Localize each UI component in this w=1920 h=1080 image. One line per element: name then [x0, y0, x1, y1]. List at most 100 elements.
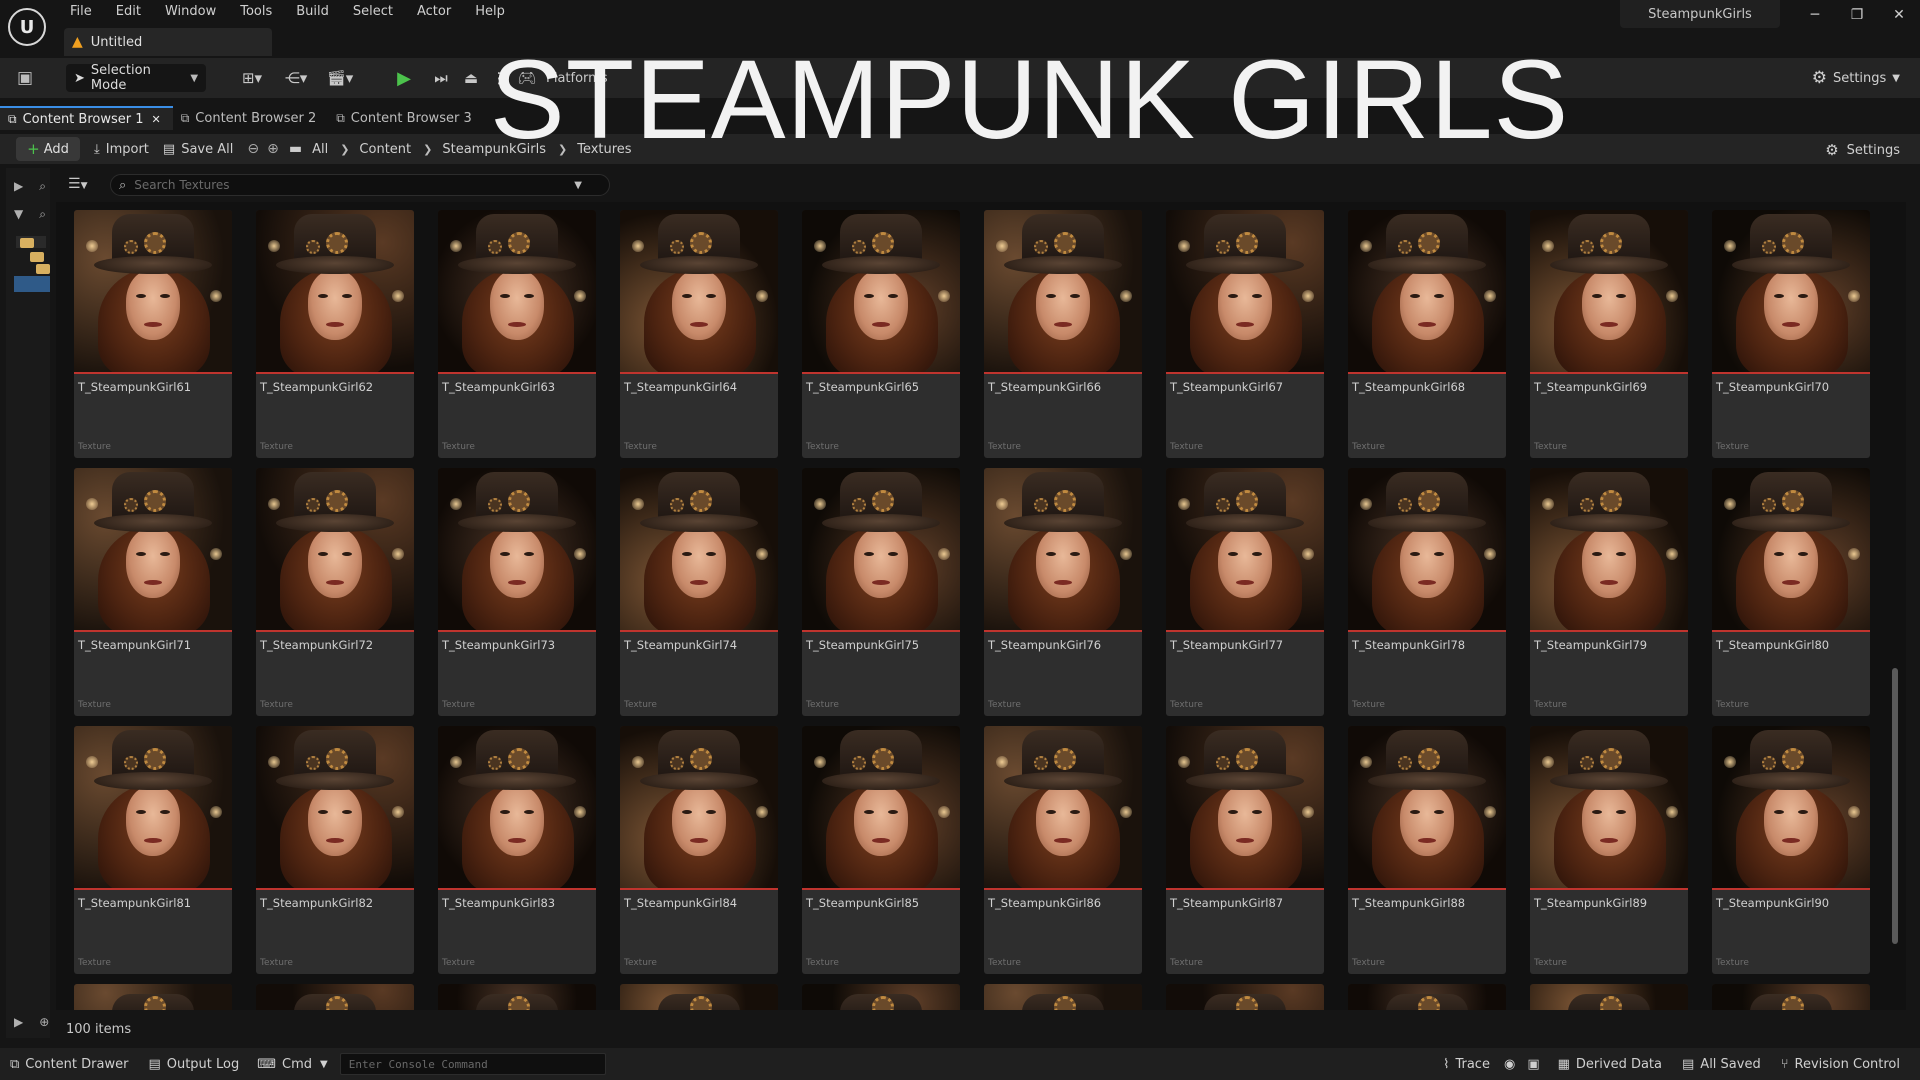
asset-tile[interactable]: T_SteampunkGirl65 Texture: [802, 210, 960, 458]
asset-tile[interactable]: T_SteampunkGirl67 Texture: [1166, 210, 1324, 458]
asset-tile[interactable]: T_SteampunkGirl72 Texture: [256, 468, 414, 716]
trace-button[interactable]: ⌇ Trace: [1433, 1048, 1500, 1080]
menu-window[interactable]: Window: [153, 0, 228, 24]
filter-button[interactable]: ☰▼: [68, 176, 87, 192]
asset-tile[interactable]: T_SteampunkGirl71 Texture: [74, 468, 232, 716]
menu-edit[interactable]: Edit: [104, 0, 153, 24]
menu-select[interactable]: Select: [341, 0, 405, 24]
asset-tile-partial[interactable]: [1712, 984, 1870, 1010]
add-button[interactable]: + Add: [16, 137, 80, 161]
selected-folder-row[interactable]: [14, 276, 50, 292]
asset-tile[interactable]: T_SteampunkGirl80 Texture: [1712, 468, 1870, 716]
expand-arrow-icon[interactable]: ▶: [14, 1015, 23, 1029]
tab-content-browser-1[interactable]: ⧉ Content Browser 1 ✕: [0, 106, 173, 130]
asset-tile[interactable]: T_SteampunkGirl88 Texture: [1348, 726, 1506, 974]
breadcrumb-textures[interactable]: Textures: [577, 142, 631, 157]
asset-tile[interactable]: T_SteampunkGirl84 Texture: [620, 726, 778, 974]
asset-tile-partial[interactable]: [984, 984, 1142, 1010]
breadcrumb-all[interactable]: All: [312, 142, 328, 157]
document-tab[interactable]: ▲ Untitled: [64, 28, 272, 56]
asset-tile[interactable]: T_SteampunkGirl81 Texture: [74, 726, 232, 974]
selection-mode-dropdown[interactable]: ➤ Selection Mode ▼: [66, 63, 206, 93]
breadcrumb-steampunkgirls[interactable]: SteampunkGirls: [442, 142, 546, 157]
unreal-logo-icon[interactable]: U: [8, 8, 46, 46]
expand-arrow-icon[interactable]: ▶: [14, 179, 23, 193]
asset-tile[interactable]: T_SteampunkGirl73 Texture: [438, 468, 596, 716]
play-icon[interactable]: ▶: [382, 64, 426, 92]
asset-tile-partial[interactable]: [1348, 984, 1506, 1010]
platforms-dropdown[interactable]: Platforms: [546, 71, 608, 86]
folder-tree[interactable]: [10, 232, 50, 292]
asset-tile-partial[interactable]: [74, 984, 232, 1010]
more-options-icon[interactable]: ⋮: [486, 64, 512, 92]
eject-icon[interactable]: ⏏︎: [456, 64, 486, 92]
asset-tile[interactable]: T_SteampunkGirl66 Texture: [984, 210, 1142, 458]
restore-icon[interactable]: ❐: [1836, 0, 1878, 30]
back-icon[interactable]: ⊖: [247, 141, 259, 157]
step-icon[interactable]: ⏭︎: [426, 64, 456, 92]
camera-icon[interactable]: ▣: [1519, 1048, 1547, 1080]
console-box[interactable]: [339, 1053, 606, 1075]
blueprint-icon[interactable]: ⋲▾: [274, 64, 318, 92]
forward-icon[interactable]: ⊕: [267, 141, 279, 157]
asset-tile[interactable]: T_SteampunkGirl76 Texture: [984, 468, 1142, 716]
import-button[interactable]: ⤓ Import: [94, 142, 149, 157]
content-browser-settings-button[interactable]: ⚙ Settings: [1825, 141, 1900, 159]
asset-tile-partial[interactable]: [1166, 984, 1324, 1010]
menu-actor[interactable]: Actor: [405, 0, 463, 24]
tab-content-browser-2[interactable]: ⧉ Content Browser 2: [173, 106, 329, 130]
toolbar-settings-button[interactable]: ⚙ Settings ▼: [1812, 68, 1900, 88]
menu-help[interactable]: Help: [463, 0, 517, 24]
asset-tile[interactable]: T_SteampunkGirl63 Texture: [438, 210, 596, 458]
search-icon[interactable]: ⌕: [39, 207, 46, 222]
folders-row[interactable]: ▼ ⌕: [6, 202, 50, 226]
menu-tools[interactable]: Tools: [228, 0, 284, 24]
record-icon[interactable]: ◉: [1500, 1048, 1519, 1080]
menu-file[interactable]: File: [58, 0, 104, 24]
collections-row[interactable]: ▶ ⊕: [6, 1010, 50, 1034]
chevron-right-icon[interactable]: ❯: [340, 143, 349, 156]
asset-tile[interactable]: T_SteampunkGirl87 Texture: [1166, 726, 1324, 974]
asset-tile[interactable]: T_SteampunkGirl82 Texture: [256, 726, 414, 974]
search-box[interactable]: ⌕ ▼: [110, 174, 610, 196]
gamepad-icon[interactable]: 🎮︎: [512, 64, 542, 92]
asset-tile[interactable]: T_SteampunkGirl90 Texture: [1712, 726, 1870, 974]
collapse-arrow-icon[interactable]: ▼: [14, 207, 23, 221]
console-input[interactable]: [340, 1054, 605, 1074]
asset-tile[interactable]: T_SteampunkGirl70 Texture: [1712, 210, 1870, 458]
chevron-right-icon[interactable]: ❯: [423, 143, 432, 156]
folder-icon[interactable]: ▬: [289, 141, 302, 157]
asset-tile[interactable]: T_SteampunkGirl78 Texture: [1348, 468, 1506, 716]
cmd-dropdown[interactable]: ⌨︎ Cmd ▼: [249, 1057, 335, 1072]
asset-tile-partial[interactable]: [1530, 984, 1688, 1010]
asset-tile[interactable]: T_SteampunkGirl75 Texture: [802, 468, 960, 716]
asset-tile-partial[interactable]: [438, 984, 596, 1010]
search-icon[interactable]: ⌕: [39, 179, 46, 194]
add-collection-icon[interactable]: ⊕: [39, 1015, 49, 1029]
search-input[interactable]: [134, 178, 575, 192]
asset-tile[interactable]: T_SteampunkGirl74 Texture: [620, 468, 778, 716]
output-log-button[interactable]: ▤ Output Log: [138, 1048, 249, 1080]
asset-tile[interactable]: T_SteampunkGirl79 Texture: [1530, 468, 1688, 716]
asset-tile[interactable]: T_SteampunkGirl62 Texture: [256, 210, 414, 458]
asset-tile-partial[interactable]: [620, 984, 778, 1010]
asset-tile[interactable]: T_SteampunkGirl68 Texture: [1348, 210, 1506, 458]
cinematics-icon[interactable]: 🎬︎▾: [318, 64, 362, 92]
save-icon[interactable]: ▣: [14, 67, 36, 89]
asset-tile[interactable]: T_SteampunkGirl69 Texture: [1530, 210, 1688, 458]
chevron-down-icon[interactable]: ▼: [574, 180, 582, 191]
content-drawer-button[interactable]: ⧉ Content Drawer: [0, 1048, 138, 1080]
add-actor-icon[interactable]: ⊞▾: [230, 64, 274, 92]
asset-tile-partial[interactable]: [256, 984, 414, 1010]
favorites-row[interactable]: ▶ ⌕: [6, 174, 50, 198]
asset-tile[interactable]: T_SteampunkGirl83 Texture: [438, 726, 596, 974]
revision-control-button[interactable]: ⑂ Revision Control: [1771, 1048, 1910, 1080]
asset-tile[interactable]: T_SteampunkGirl89 Texture: [1530, 726, 1688, 974]
all-saved-button[interactable]: ▤ All Saved: [1672, 1048, 1771, 1080]
chevron-right-icon[interactable]: ❯: [558, 143, 567, 156]
breadcrumb-content[interactable]: Content: [359, 142, 411, 157]
asset-tile[interactable]: T_SteampunkGirl64 Texture: [620, 210, 778, 458]
asset-tile[interactable]: T_SteampunkGirl85 Texture: [802, 726, 960, 974]
menu-build[interactable]: Build: [284, 0, 341, 24]
derived-data-button[interactable]: ▦ Derived Data: [1548, 1048, 1672, 1080]
